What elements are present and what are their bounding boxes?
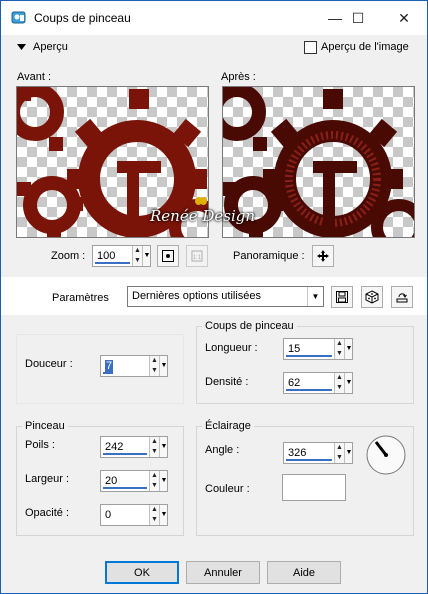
presets-dropdown[interactable]: Dernières options utilisées ▼ — [127, 286, 324, 307]
apercu-image-checkbox[interactable] — [304, 41, 317, 54]
longueur-value: 15 — [288, 343, 301, 355]
couleur-label: Couleur : — [205, 483, 250, 495]
spin-dropdown-icon[interactable]: ▼ — [159, 356, 168, 376]
largeur-spinner[interactable]: 20 ▲ ▼ ▼ — [100, 470, 168, 492]
title-bar[interactable]: Coups de pinceau — ☐ ✕ — [1, 1, 427, 35]
spin-dropdown-icon[interactable]: ▼ — [344, 373, 353, 393]
spin-dropdown-icon[interactable]: ▼ — [159, 505, 168, 525]
random-button[interactable] — [361, 286, 383, 308]
spin-dropdown-icon[interactable]: ▼ — [159, 437, 168, 457]
angle-label: Angle : — [205, 444, 240, 456]
spin-down-icon[interactable]: ▼ — [150, 515, 159, 525]
ok-button[interactable]: OK — [105, 561, 179, 584]
opacite-spinner[interactable]: 0 ▲ ▼ ▼ — [100, 504, 168, 526]
spin-up-icon[interactable]: ▲ — [150, 356, 159, 366]
spin-down-icon[interactable]: ▼ — [133, 256, 142, 266]
poils-label: Poils : — [25, 439, 55, 451]
pan-button[interactable] — [312, 245, 334, 267]
angle-spinner[interactable]: 326 ▲ ▼ ▼ — [283, 442, 353, 464]
reset-button[interactable] — [391, 286, 413, 308]
zoom-value: 100 — [97, 250, 116, 262]
watermark-text: Renée Design — [150, 207, 256, 225]
zoom-spinner[interactable]: 100 ▲ ▼ ▼ — [92, 245, 151, 267]
spin-up-icon[interactable]: ▲ — [150, 505, 159, 515]
spin-up-icon[interactable]: ▲ — [150, 437, 159, 447]
angle-value: 326 — [288, 447, 307, 459]
save-icon — [336, 291, 348, 303]
maximize-button[interactable]: ☐ — [335, 1, 381, 35]
longueur-spinner[interactable]: 15 ▲ ▼ ▼ — [283, 338, 353, 360]
move-icon — [317, 250, 329, 262]
eclairage-group-label: Éclairage — [202, 420, 254, 432]
spin-dropdown-icon[interactable]: ▼ — [159, 471, 168, 491]
largeur-label: Largeur : — [25, 473, 70, 485]
butterfly-icon — [195, 197, 207, 205]
zoom-label: Zoom : — [51, 250, 86, 262]
presets-selected-value: Dernières options utilisées — [132, 290, 262, 302]
close-icon: ✕ — [398, 9, 410, 26]
reset-icon — [396, 293, 408, 303]
poils-value: 242 — [105, 441, 124, 453]
poils-spinner[interactable]: 242 ▲ ▼ ▼ — [100, 436, 168, 458]
actual-size-icon: 1:1 — [191, 250, 203, 262]
spin-dropdown-icon[interactable]: ▼ — [344, 339, 353, 359]
color-swatch[interactable] — [282, 474, 346, 501]
spin-dropdown-icon[interactable]: ▼ — [344, 443, 353, 463]
spin-down-icon[interactable]: ▼ — [150, 366, 159, 376]
spin-dropdown-icon[interactable]: ▼ — [142, 246, 151, 266]
save-preset-button[interactable] — [331, 286, 353, 308]
opacite-label: Opacité : — [25, 507, 70, 519]
apercu-section-label: Aperçu — [33, 41, 68, 53]
zoom-fit-button[interactable] — [157, 245, 179, 267]
zoom-actual-size-button[interactable]: 1:1 — [186, 245, 208, 267]
coups-group-label: Coups de pinceau — [202, 320, 297, 332]
pan-label: Panoramique : — [233, 250, 305, 262]
densite-spinner[interactable]: 62 ▲ ▼ ▼ — [283, 372, 353, 394]
cancel-button[interactable]: Annuler — [186, 561, 260, 584]
spin-up-icon[interactable]: ▲ — [150, 471, 159, 481]
window-title: Coups de pinceau — [34, 11, 131, 25]
pinceau-group-label: Pinceau — [22, 420, 68, 432]
spin-up-icon[interactable]: ▲ — [335, 373, 344, 383]
spin-up-icon[interactable]: ▲ — [335, 339, 344, 349]
douceur-label: Douceur : — [25, 358, 73, 370]
fit-view-icon — [162, 250, 174, 262]
collapse-arrow-icon[interactable] — [17, 44, 26, 51]
douceur-value: 7 — [105, 360, 114, 372]
apercu-image-label: Aperçu de l'image — [321, 41, 409, 53]
dice-icon — [365, 290, 379, 304]
help-button[interactable]: Aide — [267, 561, 341, 584]
before-label: Avant : — [17, 71, 52, 83]
svg-text:1:1: 1:1 — [193, 255, 202, 261]
spin-down-icon[interactable]: ▼ — [150, 481, 159, 491]
densite-value: 62 — [288, 377, 301, 389]
densite-label: Densité : — [205, 376, 249, 388]
longueur-label: Longueur : — [205, 342, 258, 354]
presets-label: Paramètres — [52, 292, 109, 304]
app-icon — [11, 11, 26, 24]
spin-down-icon[interactable]: ▼ — [335, 383, 344, 393]
maximize-icon: ☐ — [351, 9, 365, 26]
spin-down-icon[interactable]: ▼ — [335, 453, 344, 463]
spin-up-icon[interactable]: ▲ — [133, 246, 142, 256]
dropdown-arrow-icon: ▼ — [307, 287, 323, 306]
douceur-spinner[interactable]: 7 ▲ ▼ ▼ — [100, 355, 168, 377]
spin-up-icon[interactable]: ▲ — [335, 443, 344, 453]
largeur-value: 20 — [105, 475, 118, 487]
opacite-value: 0 — [105, 509, 112, 521]
spin-down-icon[interactable]: ▼ — [150, 447, 159, 457]
after-label: Après : — [221, 71, 256, 83]
close-button[interactable]: ✕ — [381, 1, 427, 35]
dialog-window: Coups de pinceau — ☐ ✕ Aperçu Aperçu de … — [0, 0, 428, 594]
spin-down-icon[interactable]: ▼ — [335, 349, 344, 359]
angle-dial[interactable] — [364, 433, 408, 477]
